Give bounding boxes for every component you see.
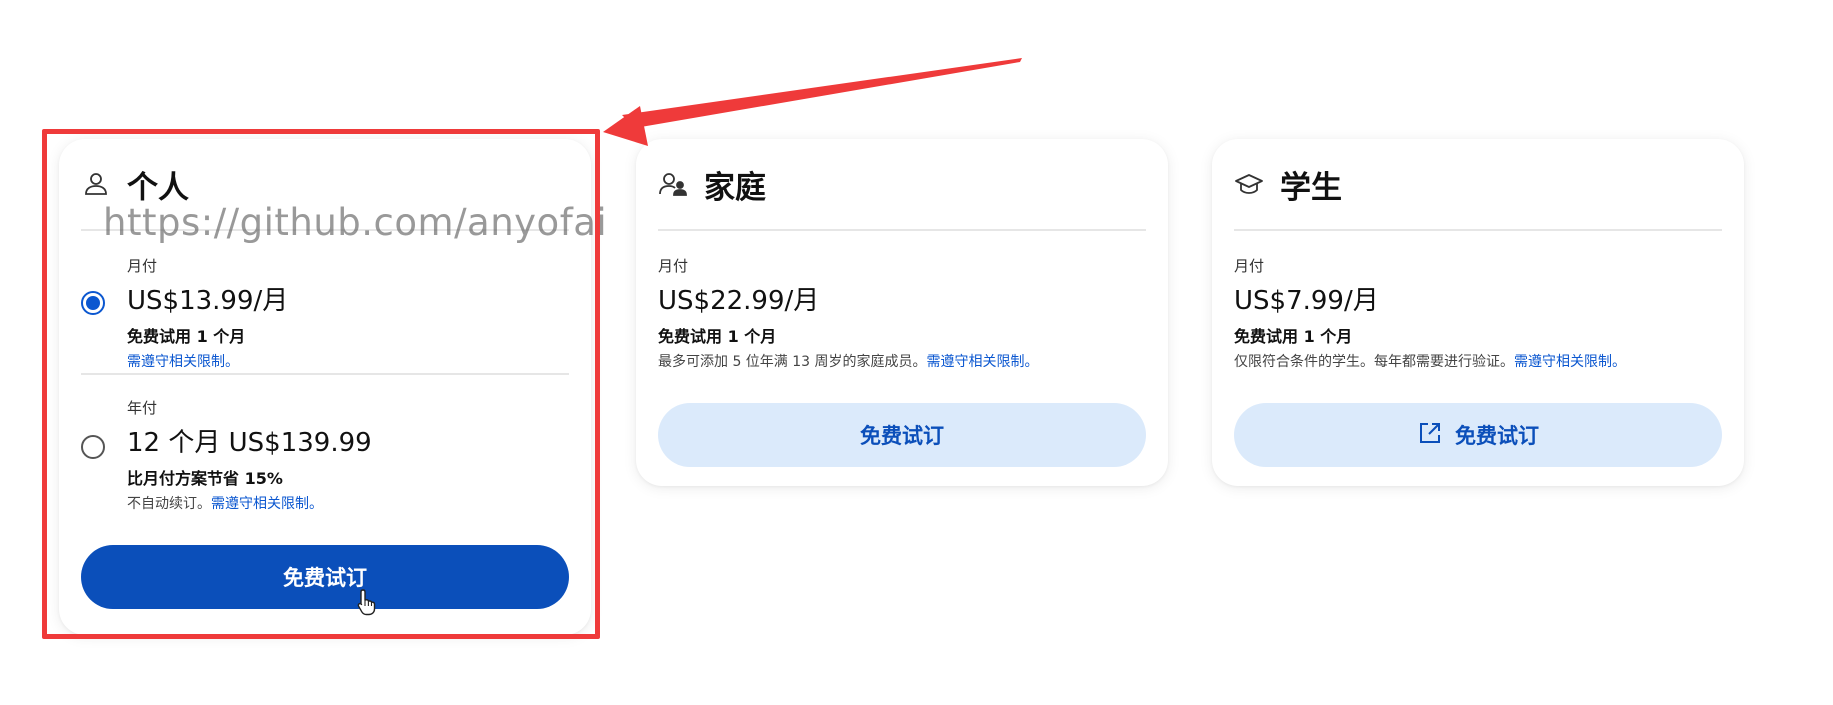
plan-selection-page: 个人 https://github.com/anyofai 月付 US$13.9… [0, 0, 1833, 705]
annotation-arrow-icon [603, 58, 1022, 146]
hand-cursor-icon [357, 589, 376, 616]
